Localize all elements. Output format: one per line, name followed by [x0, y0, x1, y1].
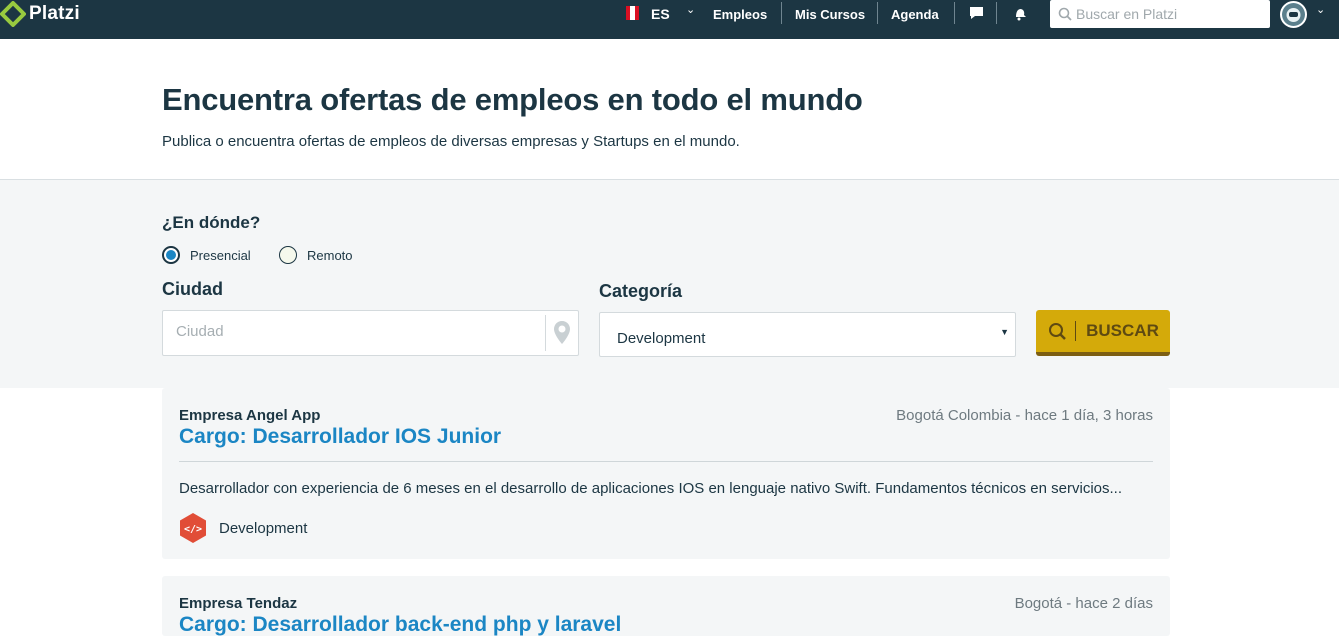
- radio-unchecked-icon[interactable]: [279, 246, 297, 264]
- company-name: Empresa Angel App: [179, 407, 321, 424]
- svg-text:</>: </>: [184, 524, 202, 535]
- job-filter-panel: ¿En dónde? Presencial Remoto Ciudad Cate…: [0, 179, 1339, 388]
- category-label: Categoría: [599, 281, 683, 301]
- job-title-link[interactable]: Cargo: Desarrollador IOS Junior: [179, 425, 501, 449]
- job-card[interactable]: Empresa Angel App Bogotá Colombia - hace…: [162, 388, 1170, 559]
- button-divider: [1075, 321, 1077, 341]
- job-category[interactable]: </> Development: [179, 512, 307, 544]
- language-selector[interactable]: ES: [651, 6, 670, 22]
- nav-link-empleos[interactable]: Empleos: [713, 7, 767, 22]
- chevron-down-icon[interactable]: ⌄: [686, 3, 695, 16]
- job-location-time: Bogotá Colombia - hace 1 día, 3 horas: [896, 407, 1153, 424]
- job-location-time: Bogotá - hace 2 días: [1014, 595, 1153, 612]
- search-input[interactable]: [1076, 6, 1256, 22]
- brand-name: Platzi: [29, 3, 80, 24]
- city-input[interactable]: [176, 323, 536, 340]
- radio-label: Remoto: [307, 247, 353, 263]
- notifications-icon[interactable]: [1010, 3, 1030, 23]
- radio-remoto[interactable]: Remoto: [279, 246, 353, 264]
- card-divider: [179, 461, 1153, 462]
- field-divider: [545, 315, 546, 351]
- search-icon: [1047, 322, 1067, 341]
- nav-link-agenda[interactable]: Agenda: [891, 7, 939, 22]
- job-description: Desarrollador con experiencia de 6 meses…: [179, 480, 1123, 497]
- category-name: Development: [219, 519, 308, 537]
- nav-link-mis-cursos[interactable]: Mis Cursos: [795, 7, 865, 22]
- radio-label: Presencial: [190, 247, 251, 263]
- dropdown-arrow-icon[interactable]: ▼: [1000, 327, 1009, 337]
- platzi-logo[interactable]: Platzi: [0, 0, 80, 28]
- nav-divider: [781, 2, 782, 24]
- category-select[interactable]: Development ▼: [599, 312, 1016, 357]
- city-field[interactable]: [162, 310, 579, 356]
- top-nav: Platzi ES ⌄ Empleos Mis Cursos Agenda ⌄: [0, 0, 1339, 39]
- map-pin-icon[interactable]: [553, 320, 571, 351]
- job-card[interactable]: Empresa Tendaz Bogotá - hace 2 días Carg…: [162, 576, 1170, 636]
- chat-icon[interactable]: [966, 3, 986, 23]
- location-type-label: ¿En dónde?: [162, 213, 261, 232]
- category-selected-value: Development: [617, 330, 706, 347]
- city-label: Ciudad: [162, 279, 223, 299]
- user-avatar[interactable]: [1280, 1, 1307, 28]
- search-box[interactable]: [1050, 0, 1270, 28]
- company-name: Empresa Tendaz: [179, 595, 298, 612]
- nav-divider: [877, 2, 878, 24]
- search-button[interactable]: BUSCAR: [1036, 310, 1170, 356]
- nav-divider: [954, 2, 955, 24]
- search-icon: [1054, 7, 1076, 21]
- chevron-down-icon[interactable]: ⌄: [1316, 3, 1325, 16]
- radio-presencial[interactable]: Presencial: [162, 246, 251, 264]
- job-title-link[interactable]: Cargo: Desarrollador back-end php y lara…: [179, 613, 621, 637]
- code-icon: </>: [179, 512, 207, 544]
- nav-divider: [996, 2, 997, 24]
- peru-flag-icon[interactable]: [626, 6, 639, 20]
- search-button-label: BUSCAR: [1086, 321, 1159, 340]
- page-title: Encuentra ofertas de empleos en todo el …: [162, 82, 863, 117]
- page-subtitle: Publica o encuentra ofertas de empleos d…: [162, 133, 740, 150]
- radio-checked-icon[interactable]: [162, 246, 180, 264]
- platzi-logo-icon: [0, 1, 26, 27]
